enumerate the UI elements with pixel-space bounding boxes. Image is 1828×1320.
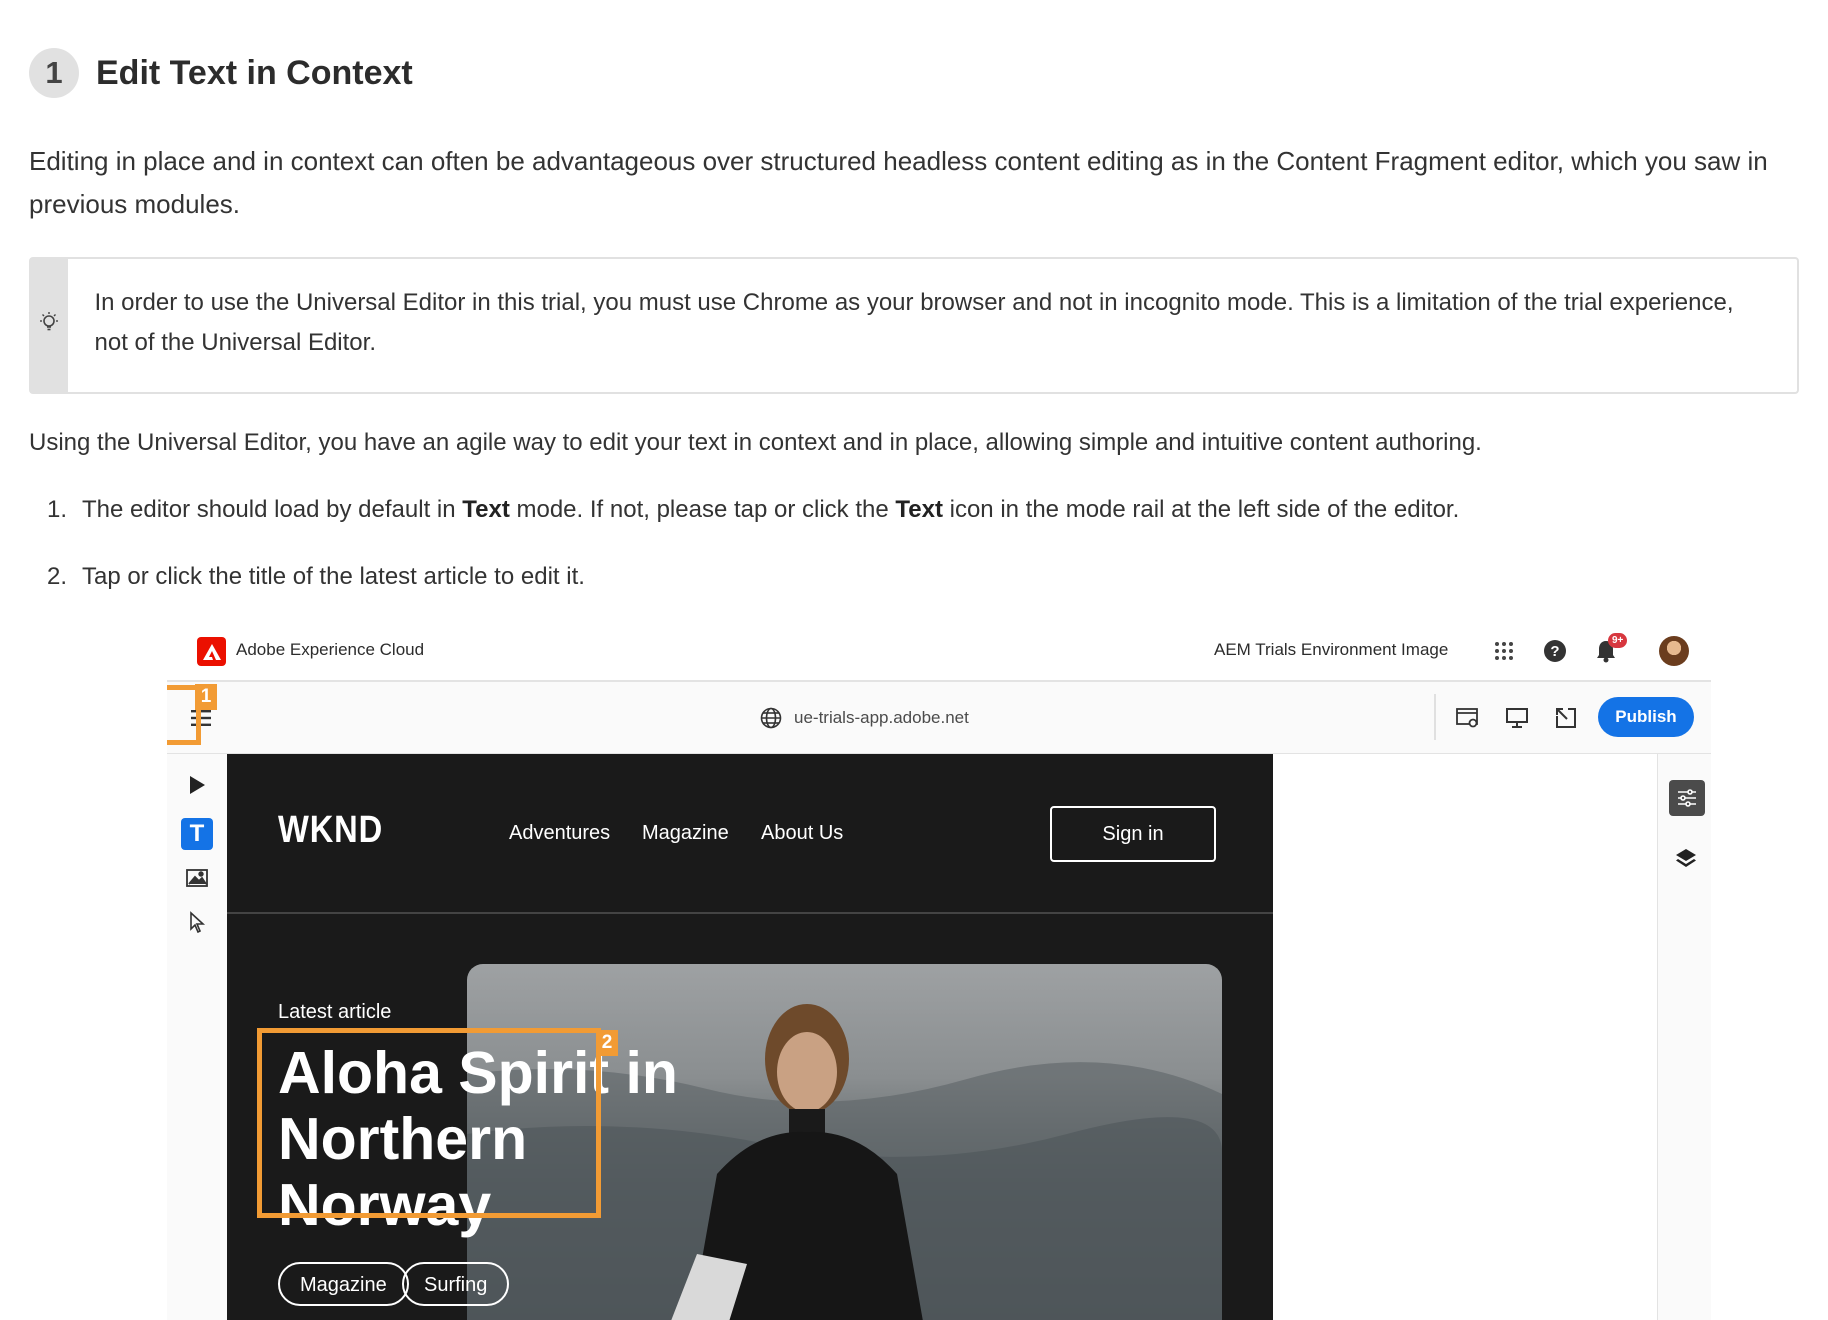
wknd-site-preview: WKND Adventures Magazine About Us Sign i… <box>227 754 1273 1320</box>
mode-rail: T <box>167 754 227 1320</box>
shell-header: Adobe Experience Cloud AEM Trials Enviro… <box>167 620 1711 682</box>
section-heading: 1 Edit Text in Context <box>29 48 413 98</box>
wknd-logo[interactable]: WKND <box>278 809 383 852</box>
callout-number-2: 2 <box>596 1030 618 1056</box>
tag-surfing[interactable]: Surfing <box>402 1262 510 1306</box>
list-item: 2. Tap or click the title of the latest … <box>47 559 1459 595</box>
note-rail <box>31 259 68 392</box>
steps-list: 1. The editor should load by default in … <box>47 492 1459 626</box>
using-paragraph: Using the Universal Editor, you have an … <box>29 429 1482 456</box>
nav-item-adventures[interactable]: Adventures <box>509 822 610 845</box>
universal-editor-screenshot: Adobe Experience Cloud AEM Trials Enviro… <box>167 620 1711 1320</box>
toolbar-divider <box>1434 694 1436 740</box>
lightbulb-icon <box>38 311 60 340</box>
note-box: In order to use the Universal Editor in … <box>29 257 1799 394</box>
intro-paragraph: Editing in place and in context can ofte… <box>29 146 1768 219</box>
text-mode-icon[interactable]: T <box>181 818 213 850</box>
list-item: 1. The editor should load by default in … <box>47 492 1459 528</box>
svg-text:?: ? <box>1550 643 1559 660</box>
callout-box-2 <box>257 1028 601 1218</box>
content-tree-layers-icon[interactable] <box>1672 844 1700 872</box>
open-in-new-tab-icon[interactable] <box>1552 704 1580 732</box>
step-number-badge: 1 <box>29 48 79 98</box>
avatar[interactable] <box>1659 636 1689 666</box>
editor-toolbar: ue-trials-app.adobe.net Publish <box>167 682 1711 754</box>
environment-label[interactable]: AEM Trials Environment Image <box>1214 640 1448 660</box>
list-number: 2. <box>47 563 68 590</box>
list-text: Tap or click the title of the latest art… <box>82 563 585 590</box>
shell-brand[interactable]: Adobe Experience Cloud <box>236 640 424 660</box>
properties-panel-icon[interactable] <box>1669 780 1705 816</box>
list-number: 1. <box>47 496 68 523</box>
note-text: In order to use the Universal Editor in … <box>94 289 1734 356</box>
properties-rail <box>1657 754 1711 1320</box>
sign-in-button[interactable]: Sign in <box>1050 806 1216 862</box>
latest-article-label: Latest article <box>278 1001 392 1023</box>
nav-item-about-us[interactable]: About Us <box>761 822 843 845</box>
publish-button[interactable]: Publish <box>1598 697 1694 737</box>
site-divider <box>227 912 1273 914</box>
page-properties-icon[interactable] <box>1454 704 1482 732</box>
select-mode-icon[interactable] <box>181 906 213 938</box>
list-text: The editor should load by default in Tex… <box>82 496 1460 523</box>
page-title: Edit Text in Context <box>96 53 413 92</box>
apps-grid-icon[interactable] <box>1490 637 1518 665</box>
adobe-logo-icon[interactable] <box>197 637 226 666</box>
desktop-preview-icon[interactable] <box>1503 704 1531 732</box>
notification-badge: 9+ <box>1608 633 1628 648</box>
callout-number-1: 1 <box>195 684 217 710</box>
globe-icon <box>757 704 785 732</box>
tag-magazine[interactable]: Magazine <box>278 1262 409 1306</box>
help-icon[interactable]: ? <box>1541 637 1569 665</box>
media-mode-icon[interactable] <box>181 862 213 894</box>
url-field[interactable]: ue-trials-app.adobe.net <box>794 708 969 728</box>
preview-play-icon[interactable] <box>181 769 213 801</box>
nav-item-magazine[interactable]: Magazine <box>642 822 729 845</box>
